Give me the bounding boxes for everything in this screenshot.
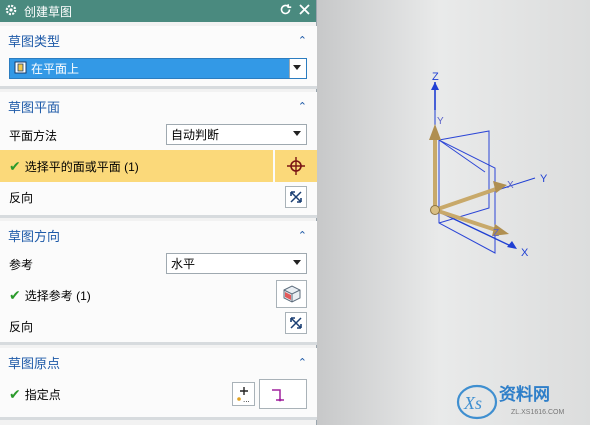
plane-method-label: 平面方法 — [9, 128, 58, 143]
check-icon: ✔ — [9, 157, 21, 174]
axis-label: Z — [432, 71, 439, 83]
watermark-logo-icon: Xs 资料网 ZL.XS1616.COM — [456, 384, 564, 420]
plane-method-select[interactable]: 自动判断 — [166, 124, 307, 145]
collapse-caret-icon[interactable]: ⌃ — [298, 100, 307, 113]
reference-label: 参考 — [9, 257, 34, 272]
sketch-type-value: 在平面上 — [31, 62, 80, 76]
axis-label: Y — [540, 173, 548, 185]
sketch-plane-icon — [14, 61, 27, 77]
graphics-viewport[interactable]: Z Y X Y X Z — [317, 0, 590, 425]
reverse-direction-icon — [290, 191, 302, 203]
point-type-select[interactable] — [259, 379, 307, 409]
svg-text:ZL.XS1616.COM: ZL.XS1616.COM — [511, 409, 564, 416]
chevron-down-icon — [293, 260, 301, 265]
specify-point-label: 指定点 — [24, 387, 61, 402]
create-sketch-dialog: 创建草图 草图类型 ⌃ 在平面上 草图平面 ⌃ 平面方法 自动判断 ✔ 选择平的… — [0, 0, 317, 425]
select-plane-label: 选择平的面或平面 (1) — [24, 159, 139, 174]
section-sketch-orientation: 草图方向 ⌃ 参考 水平 ✔ 选择参考 (1) 反向 — [0, 221, 317, 345]
plane-reverse-button[interactable] — [285, 186, 307, 208]
section-title: 草图原点 — [8, 355, 61, 371]
collapse-caret-icon[interactable]: ⌃ — [298, 356, 307, 369]
section-sketch-type: 草图类型 ⌃ 在平面上 — [0, 26, 317, 89]
dialog-titlebar: 创建草图 — [0, 0, 316, 22]
gear-icon[interactable] — [4, 3, 18, 20]
check-icon: ✔ — [9, 286, 21, 303]
select-reference-row[interactable]: ✔ 选择参考 (1) — [0, 279, 317, 311]
section-header-sketch-origin[interactable]: 草图原点 ⌃ — [0, 348, 317, 376]
chevron-down-icon — [293, 65, 301, 70]
section-header-sketch-type[interactable]: 草图类型 ⌃ — [0, 26, 317, 54]
reverse-label: 反向 — [9, 190, 34, 205]
origin-point — [430, 205, 440, 215]
point-dialog-icon: ... — [236, 387, 250, 403]
axis-label: X — [521, 247, 529, 259]
plane-reverse-row: 反向 — [0, 182, 317, 212]
section-header-sketch-orientation[interactable]: 草图方向 ⌃ — [0, 221, 317, 249]
axis-label: Y — [437, 116, 444, 127]
axis-label: Z — [493, 228, 499, 239]
axis-label: X — [507, 180, 514, 191]
csys-triad: Z Y X Y X Z — [429, 71, 548, 259]
plane-method-row: 平面方法 自动判断 — [0, 120, 317, 150]
reverse-label: 反向 — [9, 319, 34, 334]
collapse-caret-icon[interactable]: ⌃ — [298, 34, 307, 47]
close-icon[interactable] — [298, 3, 311, 19]
svg-text:...: ... — [243, 396, 250, 403]
crosshair-icon — [287, 157, 305, 175]
reference-row: 参考 水平 — [0, 249, 317, 279]
point-dialog-button[interactable]: ... — [232, 382, 255, 406]
reverse-direction-icon — [290, 317, 302, 329]
section-title: 草图方向 — [8, 228, 61, 244]
section-title: 草图平面 — [8, 99, 61, 115]
select-plane-row[interactable]: ✔ 选择平的面或平面 (1) — [0, 150, 273, 182]
svg-text:资料网: 资料网 — [499, 384, 550, 405]
watermark: Xs 资料网 ZL.XS1616.COM — [453, 378, 590, 425]
svg-text:Xs: Xs — [463, 393, 482, 413]
plane-method-value: 自动判断 — [171, 128, 220, 142]
section-header-sketch-plane[interactable]: 草图平面 ⌃ — [0, 92, 317, 120]
reference-value: 水平 — [171, 257, 196, 271]
section-sketch-origin: 草图原点 ⌃ ✔ 指定点 ... — [0, 348, 317, 420]
orientation-reverse-button[interactable] — [285, 312, 307, 334]
dialog-title: 创建草图 — [24, 4, 73, 19]
section-title: 草图类型 — [8, 33, 61, 49]
inferred-point-icon — [272, 389, 284, 402]
orientation-reverse-row: 反向 — [0, 311, 317, 341]
section-sketch-plane: 草图平面 ⌃ 平面方法 自动判断 ✔ 选择平的面或平面 (1) 反向 — [0, 92, 317, 218]
select-reference-label: 选择参考 (1) — [24, 288, 91, 303]
reference-select[interactable]: 水平 — [166, 253, 307, 274]
reset-icon[interactable] — [279, 3, 292, 19]
sketch-plane-outline — [438, 139, 496, 254]
select-reference-button[interactable] — [276, 280, 307, 308]
reference-vector-icon — [283, 285, 300, 303]
collapse-caret-icon[interactable]: ⌃ — [298, 229, 307, 242]
plane-crosshair-button[interactable] — [275, 150, 317, 182]
check-icon: ✔ — [9, 385, 21, 402]
chevron-down-icon — [293, 131, 301, 136]
sketch-type-select[interactable]: 在平面上 — [9, 58, 307, 79]
